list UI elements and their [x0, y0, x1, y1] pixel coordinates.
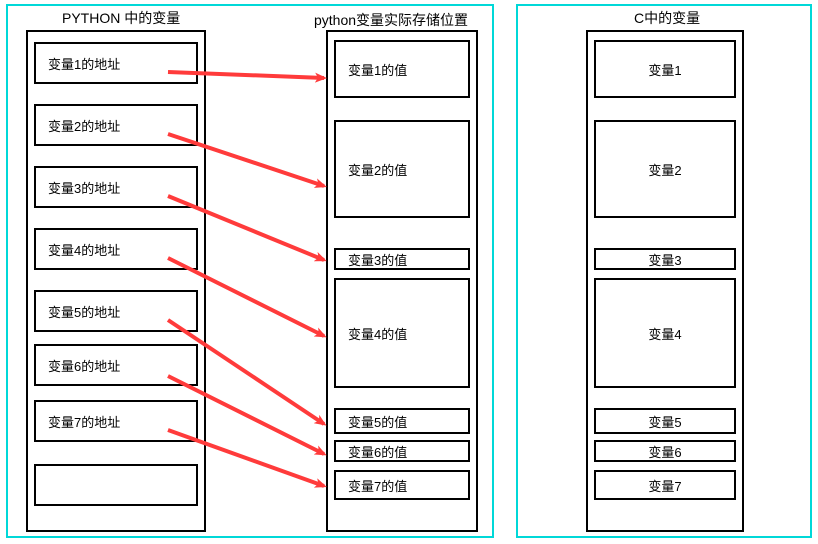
slot-label: 变量2的值 — [348, 160, 407, 179]
slot-label: 变量5的值 — [348, 412, 407, 431]
storage-slot: 变量2的值 — [334, 120, 470, 218]
storage-slot: 变量4的值 — [334, 278, 470, 388]
c-var-slot: 变量6 — [594, 440, 736, 462]
slot-label: 变量7的值 — [348, 476, 407, 495]
python-var-column: 变量1的地址 变量2的地址 变量3的地址 变量4的地址 变量5的地址 变量6的地… — [26, 30, 206, 532]
slot-label: 变量6 — [648, 442, 681, 461]
slot-label: 变量3 — [648, 250, 681, 269]
python-var-slot-empty — [34, 464, 198, 506]
python-var-slot: 变量1的地址 — [34, 42, 198, 84]
slot-label: 变量5的地址 — [48, 302, 120, 321]
slot-label: 变量3的值 — [348, 250, 407, 269]
slot-label: 变量4的值 — [348, 324, 407, 343]
storage-slot: 变量1的值 — [334, 40, 470, 98]
c-panel: C中的变量 变量1 变量2 变量3 变量4 变量5 变量6 变量7 — [516, 4, 812, 538]
slot-label: 变量7 — [648, 476, 681, 495]
slot-label: 变量2 — [648, 160, 681, 179]
c-vars-title: C中的变量 — [634, 8, 700, 28]
python-var-slot: 变量6的地址 — [34, 344, 198, 386]
slot-label: 变量7的地址 — [48, 412, 120, 431]
storage-slot: 变量5的值 — [334, 408, 470, 434]
python-var-slot: 变量3的地址 — [34, 166, 198, 208]
slot-label: 变量4 — [648, 324, 681, 343]
python-var-slot: 变量2的地址 — [34, 104, 198, 146]
python-var-slot: 变量7的地址 — [34, 400, 198, 442]
python-vars-title: PYTHON 中的变量 — [62, 8, 180, 28]
slot-label: 变量1 — [648, 60, 681, 79]
python-var-slot: 变量5的地址 — [34, 290, 198, 332]
slot-label: 变量1的值 — [348, 60, 407, 79]
python-storage-title: python变量实际存储位置 — [314, 10, 468, 30]
storage-slot: 变量6的值 — [334, 440, 470, 462]
slot-label: 变量1的地址 — [48, 54, 120, 73]
python-storage-column: 变量1的值 变量2的值 变量3的值 变量4的值 变量5的值 变量6的值 变量7的… — [326, 30, 478, 532]
c-var-slot: 变量3 — [594, 248, 736, 270]
slot-label: 变量6的值 — [348, 442, 407, 461]
slot-label: 变量2的地址 — [48, 116, 120, 135]
c-var-slot: 变量5 — [594, 408, 736, 434]
c-var-slot: 变量4 — [594, 278, 736, 388]
python-panel: PYTHON 中的变量 python变量实际存储位置 变量1的地址 变量2的地址… — [6, 4, 494, 538]
c-var-slot: 变量7 — [594, 470, 736, 500]
storage-slot: 变量7的值 — [334, 470, 470, 500]
slot-label: 变量6的地址 — [48, 356, 120, 375]
c-var-slot: 变量2 — [594, 120, 736, 218]
python-var-slot: 变量4的地址 — [34, 228, 198, 270]
storage-slot: 变量3的值 — [334, 248, 470, 270]
c-var-column: 变量1 变量2 变量3 变量4 变量5 变量6 变量7 — [586, 30, 744, 532]
slot-label: 变量5 — [648, 412, 681, 431]
slot-label: 变量4的地址 — [48, 240, 120, 259]
slot-label: 变量3的地址 — [48, 178, 120, 197]
c-var-slot: 变量1 — [594, 40, 736, 98]
